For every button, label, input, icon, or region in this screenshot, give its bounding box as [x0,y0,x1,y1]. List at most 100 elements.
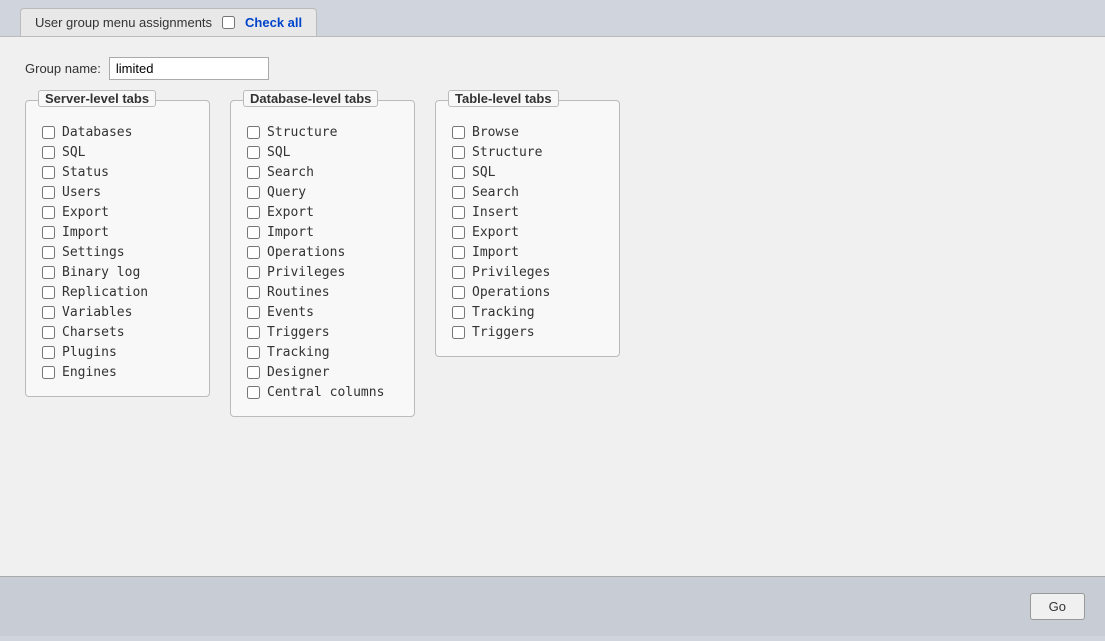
table-item-label: Triggers [472,325,535,340]
db-checkbox-10[interactable] [247,326,260,339]
db-item-label: Tracking [267,345,330,360]
list-item: Tracking [247,345,398,360]
db-checkbox-5[interactable] [247,226,260,239]
list-item: Replication [42,285,193,300]
table-checkbox-0[interactable] [452,126,465,139]
server-item-label: Databases [62,125,132,140]
server-item-label: Engines [62,365,117,380]
table-level-items: BrowseStructureSQLSearchInsertExportImpo… [452,125,603,340]
db-checkbox-9[interactable] [247,306,260,319]
db-item-label: Import [267,225,314,240]
server-item-label: Status [62,165,109,180]
list-item: Export [452,225,603,240]
db-checkbox-1[interactable] [247,146,260,159]
database-level-title: Database-level tabs [243,90,378,107]
table-checkbox-3[interactable] [452,186,465,199]
list-item: Binary log [42,265,193,280]
db-checkbox-12[interactable] [247,366,260,379]
server-level-group: Server-level tabs DatabasesSQLStatusUser… [25,100,210,397]
server-checkbox-8[interactable] [42,286,55,299]
server-checkbox-0[interactable] [42,126,55,139]
server-checkbox-11[interactable] [42,346,55,359]
db-item-label: Export [267,205,314,220]
server-checkbox-6[interactable] [42,246,55,259]
table-checkbox-9[interactable] [452,306,465,319]
db-item-label: Triggers [267,325,330,340]
table-checkbox-7[interactable] [452,266,465,279]
db-checkbox-11[interactable] [247,346,260,359]
server-item-label: Binary log [62,265,140,280]
list-item: Privileges [452,265,603,280]
list-item: Export [247,205,398,220]
table-checkbox-2[interactable] [452,166,465,179]
check-all-link[interactable]: Check all [245,15,302,30]
table-checkbox-10[interactable] [452,326,465,339]
list-item: Engines [42,365,193,380]
list-item: Search [247,165,398,180]
table-checkbox-5[interactable] [452,226,465,239]
list-item: Export [42,205,193,220]
table-checkbox-1[interactable] [452,146,465,159]
db-checkbox-3[interactable] [247,186,260,199]
db-checkbox-4[interactable] [247,206,260,219]
table-item-label: Browse [472,125,519,140]
database-level-items: StructureSQLSearchQueryExportImportOpera… [247,125,398,400]
list-item: Users [42,185,193,200]
db-item-label: Designer [267,365,330,380]
table-item-label: Insert [472,205,519,220]
db-checkbox-6[interactable] [247,246,260,259]
db-checkbox-13[interactable] [247,386,260,399]
list-item: Events [247,305,398,320]
list-item: Browse [452,125,603,140]
list-item: Charsets [42,325,193,340]
list-item: Tracking [452,305,603,320]
server-checkbox-7[interactable] [42,266,55,279]
group-name-row: Group name: [25,57,1080,80]
list-item: Routines [247,285,398,300]
server-item-label: Plugins [62,345,117,360]
server-checkbox-1[interactable] [42,146,55,159]
tabs-container: Server-level tabs DatabasesSQLStatusUser… [25,100,1080,417]
list-item: Settings [42,245,193,260]
server-checkbox-2[interactable] [42,166,55,179]
list-item: Privileges [247,265,398,280]
list-item: Databases [42,125,193,140]
list-item: Triggers [452,325,603,340]
table-item-label: Search [472,185,519,200]
table-item-label: Operations [472,285,550,300]
db-item-label: Search [267,165,314,180]
footer-bar: Go [0,576,1105,636]
list-item: Operations [452,285,603,300]
server-item-label: Replication [62,285,148,300]
server-checkbox-12[interactable] [42,366,55,379]
table-checkbox-4[interactable] [452,206,465,219]
db-checkbox-8[interactable] [247,286,260,299]
check-all-checkbox[interactable] [222,16,235,29]
list-item: Import [42,225,193,240]
server-checkbox-3[interactable] [42,186,55,199]
server-level-title: Server-level tabs [38,90,156,107]
server-checkbox-9[interactable] [42,306,55,319]
server-item-label: Export [62,205,109,220]
server-level-items: DatabasesSQLStatusUsersExportImportSetti… [42,125,193,380]
db-checkbox-0[interactable] [247,126,260,139]
list-item: SQL [247,145,398,160]
list-item: Insert [452,205,603,220]
db-checkbox-2[interactable] [247,166,260,179]
group-name-input[interactable] [109,57,269,80]
server-checkbox-10[interactable] [42,326,55,339]
table-checkbox-8[interactable] [452,286,465,299]
server-checkbox-5[interactable] [42,226,55,239]
table-checkbox-6[interactable] [452,246,465,259]
group-name-label: Group name: [25,61,101,76]
db-checkbox-7[interactable] [247,266,260,279]
server-checkbox-4[interactable] [42,206,55,219]
table-level-group: Table-level tabs BrowseStructureSQLSearc… [435,100,620,357]
list-item: Structure [247,125,398,140]
table-item-label: SQL [472,165,495,180]
db-item-label: Query [267,185,306,200]
server-item-label: Variables [62,305,132,320]
db-item-label: Structure [267,125,337,140]
go-button[interactable]: Go [1030,593,1085,620]
table-level-title: Table-level tabs [448,90,559,107]
